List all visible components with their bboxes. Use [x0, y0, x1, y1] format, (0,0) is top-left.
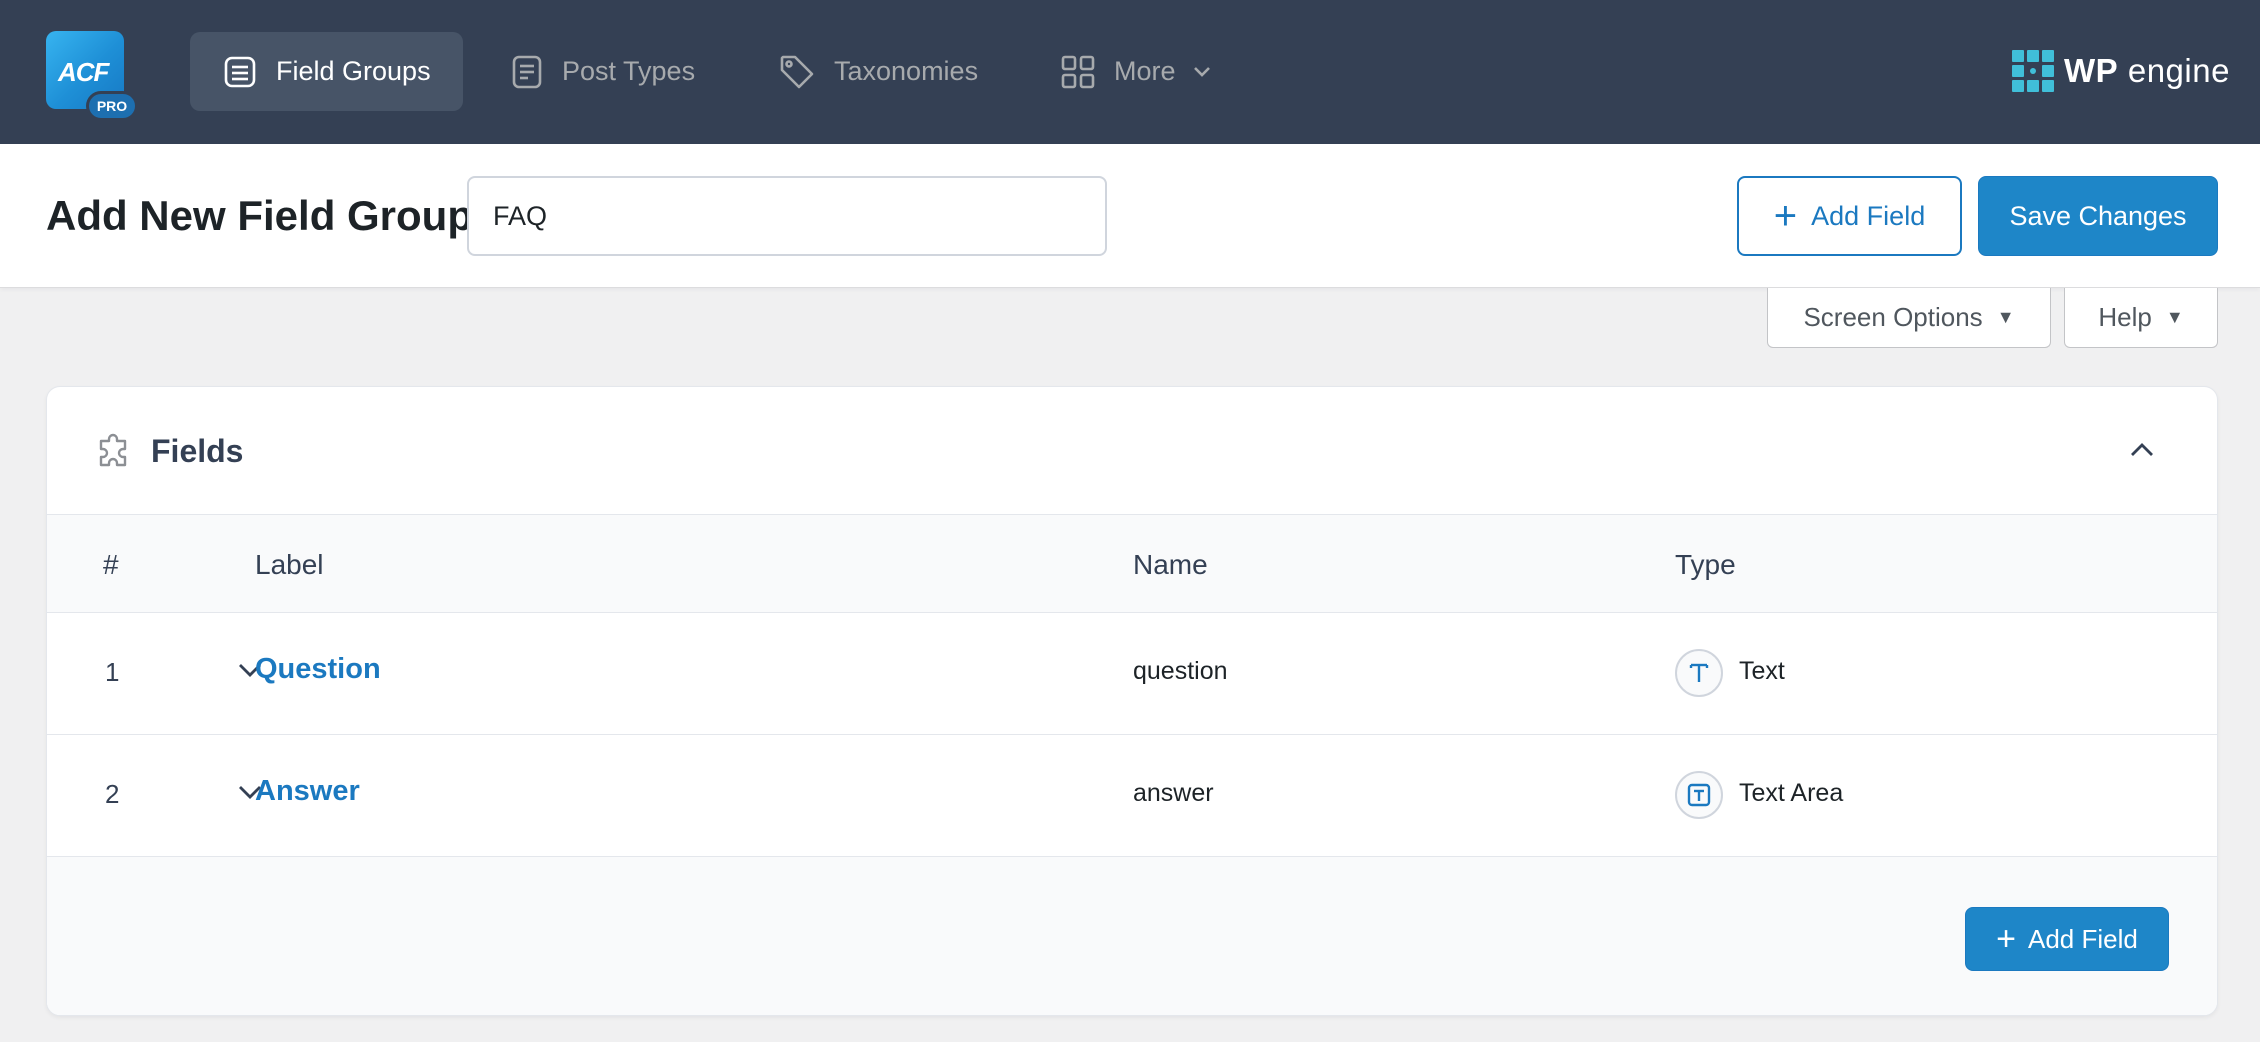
add-field-label: Add Field [1811, 200, 1926, 231]
nav-taxonomies[interactable]: Taxonomies [778, 32, 1008, 111]
textarea-type-icon [1675, 771, 1723, 819]
wp-engine-logo[interactable]: WP engine [2012, 50, 2230, 92]
table-row[interactable]: 2 Answer answer Text Area [47, 735, 2217, 857]
add-field-button[interactable]: + Add Field [1737, 176, 1962, 256]
help-label: Help [2098, 302, 2152, 332]
nav-more[interactable]: More [1060, 32, 1230, 111]
field-name: question [1133, 657, 1228, 685]
nav-label: Field Groups [276, 56, 431, 86]
add-field-label: Add Field [2028, 923, 2138, 954]
fields-panel: Fields # Label Name Type 1 Question ques… [46, 386, 2218, 1016]
top-navigation: ACF PRO Field Groups Post Types Taxonomi… [0, 0, 2260, 144]
post-types-icon [512, 55, 542, 88]
column-header-number: # [103, 549, 119, 580]
field-group-header: Add New Field Group + Add Field Save Cha… [0, 144, 2260, 288]
row-number: 1 [105, 657, 120, 687]
tag-icon [780, 55, 814, 88]
nav-label: Taxonomies [834, 56, 979, 86]
fields-panel-header[interactable]: Fields [47, 387, 2217, 515]
table-row[interactable]: 1 Question question Text [47, 613, 2217, 735]
chevron-down-icon [1193, 66, 1210, 77]
column-header-name: Name [1133, 549, 1208, 580]
text-type-icon [1675, 649, 1723, 697]
column-header-label: Label [255, 549, 324, 580]
fields-panel-footer: + Add Field [47, 857, 2217, 1015]
grid-icon [1061, 55, 1095, 88]
nav-label: Post Types [562, 56, 696, 86]
puzzle-icon [99, 433, 127, 467]
field-groups-icon [224, 56, 256, 87]
fields-panel-title: Fields [151, 433, 244, 469]
plus-icon: + [1996, 920, 2016, 958]
save-changes-button[interactable]: Save Changes [1978, 176, 2218, 256]
screen-options-button[interactable]: Screen Options ▼ [1767, 288, 2051, 348]
help-button[interactable]: Help ▼ [2064, 288, 2218, 348]
add-field-bottom-button[interactable]: + Add Field [1965, 907, 2169, 971]
page-title: Add New Field Group [46, 192, 473, 239]
triangle-down-icon: ▼ [2165, 307, 2184, 327]
field-group-title-input[interactable] [467, 176, 1107, 256]
acf-logo-text: ACF [58, 57, 109, 87]
nav-post-types[interactable]: Post Types [510, 32, 720, 111]
chevron-up-icon[interactable] [2127, 435, 2157, 465]
triangle-down-icon: ▼ [1996, 307, 2015, 327]
plus-icon: + [1773, 194, 1798, 238]
nav-field-groups[interactable]: Field Groups [190, 32, 463, 111]
fields-table-header: # Label Name Type [47, 515, 2217, 613]
screen-options-label: Screen Options [1803, 302, 1983, 332]
nav-label: More [1114, 56, 1176, 86]
wp-engine-mark-icon [2012, 50, 2054, 92]
acf-pro-logo[interactable]: ACF PRO [46, 31, 140, 123]
field-name: answer [1133, 779, 1214, 807]
pro-badge: PRO [86, 91, 138, 121]
wp-engine-wordmark: WP engine [2064, 52, 2230, 89]
field-type: Text [1739, 657, 1785, 685]
row-number: 2 [105, 779, 120, 809]
field-type: Text Area [1739, 779, 1844, 807]
column-header-type: Type [1675, 549, 1736, 580]
field-label-link[interactable]: Answer [255, 775, 360, 808]
field-label-link[interactable]: Question [255, 653, 381, 686]
